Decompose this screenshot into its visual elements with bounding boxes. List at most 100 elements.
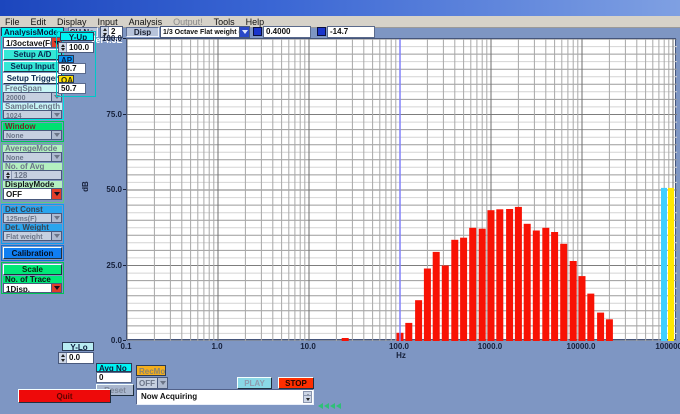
- y-tick-mark: [123, 114, 126, 115]
- det-weight-select: Flat weight: [3, 231, 62, 241]
- window-dropdown-icon: [51, 131, 61, 139]
- no-of-trace-label: No. of Trace: [3, 276, 62, 283]
- spectrum-plot[interactable]: [126, 38, 676, 340]
- disp-mode-dropdown-icon[interactable]: [239, 27, 249, 37]
- x-tick-label: 1000.0: [465, 342, 515, 351]
- y-lo-label: Y-Lo: [62, 342, 94, 351]
- samplelength-value: 1024: [4, 111, 51, 118]
- y-lo-value[interactable]: 0.0: [67, 353, 93, 363]
- y-up-down-icon[interactable]: [59, 48, 66, 53]
- recmode-dropdown-icon: [157, 378, 167, 388]
- y-tick-mark: [123, 38, 126, 39]
- recmode-select: OFF: [136, 377, 168, 389]
- no-of-avg-down-icon: [4, 175, 11, 179]
- averagemode-dropdown-icon: [51, 153, 61, 161]
- y-tick-label: 100.0: [90, 34, 122, 43]
- det-weight-label: Det. Weight: [3, 224, 62, 231]
- x-tick-label: 100000.0: [647, 342, 680, 351]
- averagemode-select: None: [3, 152, 62, 162]
- menu-display[interactable]: Display: [57, 17, 87, 27]
- cursor-y-value: -14.7: [327, 26, 375, 38]
- no-of-trace-value: 1Disp.: [4, 284, 51, 292]
- y-lo-down-icon[interactable]: [59, 358, 66, 363]
- analysis-mode-select[interactable]: 1/3octave(Full): [3, 37, 62, 48]
- det-const-select: 125ms(F): [3, 213, 62, 223]
- setup-trigger-button[interactable]: Setup Trigger: [3, 73, 62, 84]
- no-of-trace-dropdown-icon[interactable]: [51, 284, 61, 292]
- disp-mode-select[interactable]: 1/3 Octave Flat weight (A): [160, 26, 250, 38]
- calibration-button[interactable]: Calibration: [3, 247, 62, 259]
- displaymode-dropdown-icon[interactable]: [51, 189, 61, 199]
- log-scroll-down-icon[interactable]: [303, 395, 312, 403]
- window-label: Window: [3, 123, 62, 130]
- menu-output: Output!: [173, 17, 203, 27]
- menu-file[interactable]: File: [5, 17, 20, 27]
- app-window: SA-02 BASE Ver4.3E [Analyzer] RION CO,.L…: [0, 0, 680, 405]
- cursor-x-value: 0.4000: [263, 26, 311, 38]
- no-of-trace-select[interactable]: 1Disp.: [3, 283, 62, 293]
- cursor-y-color-chip: [317, 27, 326, 36]
- displaymode-value: OFF: [4, 189, 51, 199]
- samplelength-select: 1024: [3, 110, 62, 119]
- ap-label: AP: [58, 55, 74, 63]
- window-select: None: [3, 130, 62, 140]
- status-text: Now Acquiring: [141, 392, 197, 401]
- disp-mode-label: Disp Mode: [126, 27, 159, 37]
- menu-help[interactable]: Help: [246, 17, 265, 27]
- no-of-avg-value: 128: [12, 171, 61, 179]
- no-of-avg-label: No. of Avg: [3, 163, 62, 170]
- no-of-avg-stepper: 128: [3, 170, 62, 180]
- x-tick-label: 100.0: [374, 342, 424, 351]
- y-axis-unit-label: dB: [81, 181, 90, 192]
- y-up-stepper[interactable]: 100.0: [58, 42, 94, 53]
- analysis-mode-value: 1/3octave(Full): [4, 38, 51, 47]
- y-tick-label: 50.0: [90, 185, 122, 194]
- stop-button[interactable]: STOP: [278, 377, 314, 389]
- setup-input-button[interactable]: Setup Input: [3, 61, 62, 72]
- y-tick-label: 0.0: [90, 336, 122, 345]
- y-lo-stepper[interactable]: 0.0: [58, 352, 94, 364]
- displaymode-label: DisplayMode: [3, 181, 62, 188]
- menu-edit[interactable]: Edit: [31, 17, 47, 27]
- samplelength-label: SampleLength: [3, 103, 62, 110]
- menu-input[interactable]: Input: [98, 17, 118, 27]
- menu-tools[interactable]: Tools: [214, 17, 235, 27]
- det-const-value: 125ms(F): [4, 214, 51, 222]
- freqspan-label: FreqSpan: [3, 85, 62, 92]
- history-arrows-icon[interactable]: [318, 396, 342, 414]
- x-axis-unit-label: Hz: [126, 351, 676, 360]
- setup-ad-button[interactable]: Setup A/D: [3, 49, 62, 60]
- x-tick-label: 10000.0: [556, 342, 606, 351]
- det-const-label: Det Const: [3, 206, 62, 213]
- oa-value: 50.7: [58, 83, 86, 94]
- y-up-value[interactable]: 100.0: [67, 43, 93, 52]
- y-tick-label: 25.0: [90, 261, 122, 270]
- recmode-label: RecMode: [136, 365, 166, 376]
- ap-value: 50.7: [58, 63, 86, 74]
- det-weight-value: Flat weight: [4, 232, 51, 240]
- status-log-box: Now Acquiring: [136, 389, 314, 405]
- window-value: None: [4, 131, 51, 139]
- quit-button[interactable]: Quit: [18, 389, 111, 403]
- det-weight-dropdown-icon: [51, 232, 61, 240]
- play-button: PLAY: [237, 377, 272, 389]
- y-tick-mark: [123, 340, 126, 341]
- x-tick-label: 1.0: [192, 342, 242, 351]
- y-up-label: Y-Up: [60, 32, 94, 41]
- det-const-dropdown-icon: [51, 214, 61, 222]
- y-tick-mark: [123, 189, 126, 190]
- x-tick-label: 10.0: [283, 342, 333, 351]
- samplelength-dropdown-icon: [51, 111, 61, 118]
- disp-mode-value: 1/3 Octave Flat weight (A): [161, 27, 239, 37]
- menu-analysis[interactable]: Analysis: [129, 17, 163, 27]
- averagemode-value: None: [4, 153, 51, 161]
- oa-label: OA: [58, 75, 74, 83]
- avg-no-value: 0: [96, 372, 132, 383]
- y-tick-mark: [123, 265, 126, 266]
- displaymode-select[interactable]: OFF: [3, 188, 62, 200]
- scale-button[interactable]: Scale: [3, 264, 62, 275]
- title-bar: SA-02 BASE Ver4.3E [Analyzer] RION CO,.L…: [0, 0, 680, 16]
- recmode-value: OFF: [137, 378, 157, 388]
- avg-no-label: Avg No: [96, 363, 132, 372]
- averagemode-label: AverageMode: [3, 145, 62, 152]
